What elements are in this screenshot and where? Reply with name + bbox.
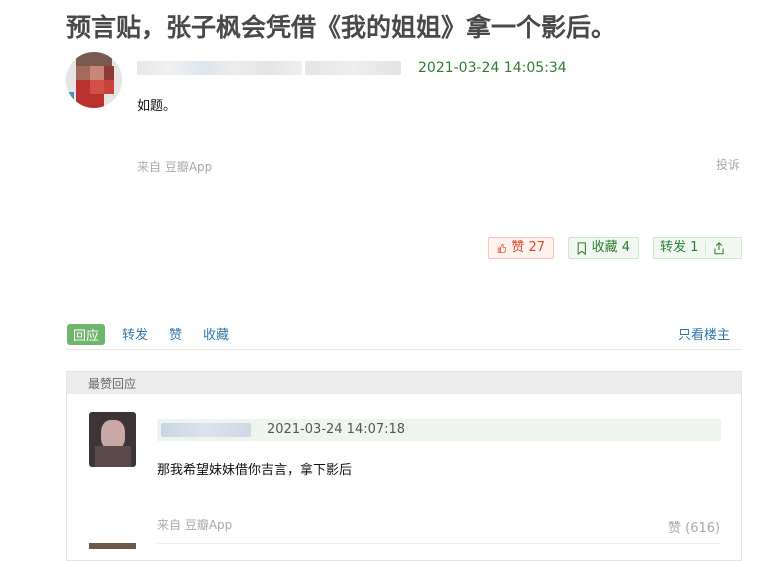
post-time: 2021-03-24 14:05:34 — [418, 60, 567, 76]
tab-divider — [66, 349, 742, 350]
tab-reply[interactable]: 回应 — [67, 324, 106, 345]
only-author-link[interactable]: 只看楼主 — [678, 324, 730, 343]
reply-divider — [157, 543, 721, 544]
button-divider — [705, 241, 707, 255]
best-replies-header — [67, 372, 741, 394]
report-link[interactable]: 投诉 — [716, 156, 740, 173]
like-button[interactable]: 赞 27 — [488, 237, 554, 259]
tab-forward[interactable]: 转发 — [122, 324, 148, 343]
post-body: 如题。 — [137, 99, 177, 114]
collect-count-label: 收藏 4 — [591, 240, 630, 255]
next-reply-avatar[interactable] — [89, 543, 136, 549]
reply-time: 2021-03-24 14:07:18 — [267, 422, 406, 437]
reply-like-link[interactable]: 赞 (616) — [668, 517, 720, 536]
reply-author-redacted[interactable] — [161, 423, 251, 437]
tab-collect[interactable]: 收藏 — [203, 324, 229, 343]
like-count-label: 赞 27 — [511, 240, 545, 255]
reply-text: 那我希望妹妹借你吉言，拿下影后 — [157, 463, 353, 478]
author-extra-redacted — [305, 61, 401, 75]
collect-button[interactable]: 收藏 4 — [568, 237, 639, 259]
best-replies-title: 最赞回应 — [88, 377, 137, 391]
reply-source: 来自 豆瓣App — [157, 518, 233, 532]
author-name-redacted[interactable] — [137, 61, 302, 75]
author-avatar[interactable] — [66, 52, 122, 108]
thumb-up-icon — [497, 243, 507, 253]
post-source: 来自 豆瓣App — [137, 160, 213, 174]
forward-button[interactable]: 转发 1 — [653, 237, 742, 259]
share-out-icon[interactable] — [713, 241, 725, 255]
reply-avatar[interactable] — [89, 412, 136, 467]
post-title: 预言贴，张子枫会凭借《我的姐姐》拿一个影后。 — [66, 13, 617, 42]
tab-like[interactable]: 赞 — [169, 324, 182, 343]
bookmark-icon — [577, 241, 586, 255]
forward-count-label: 转发 1 — [660, 240, 699, 255]
